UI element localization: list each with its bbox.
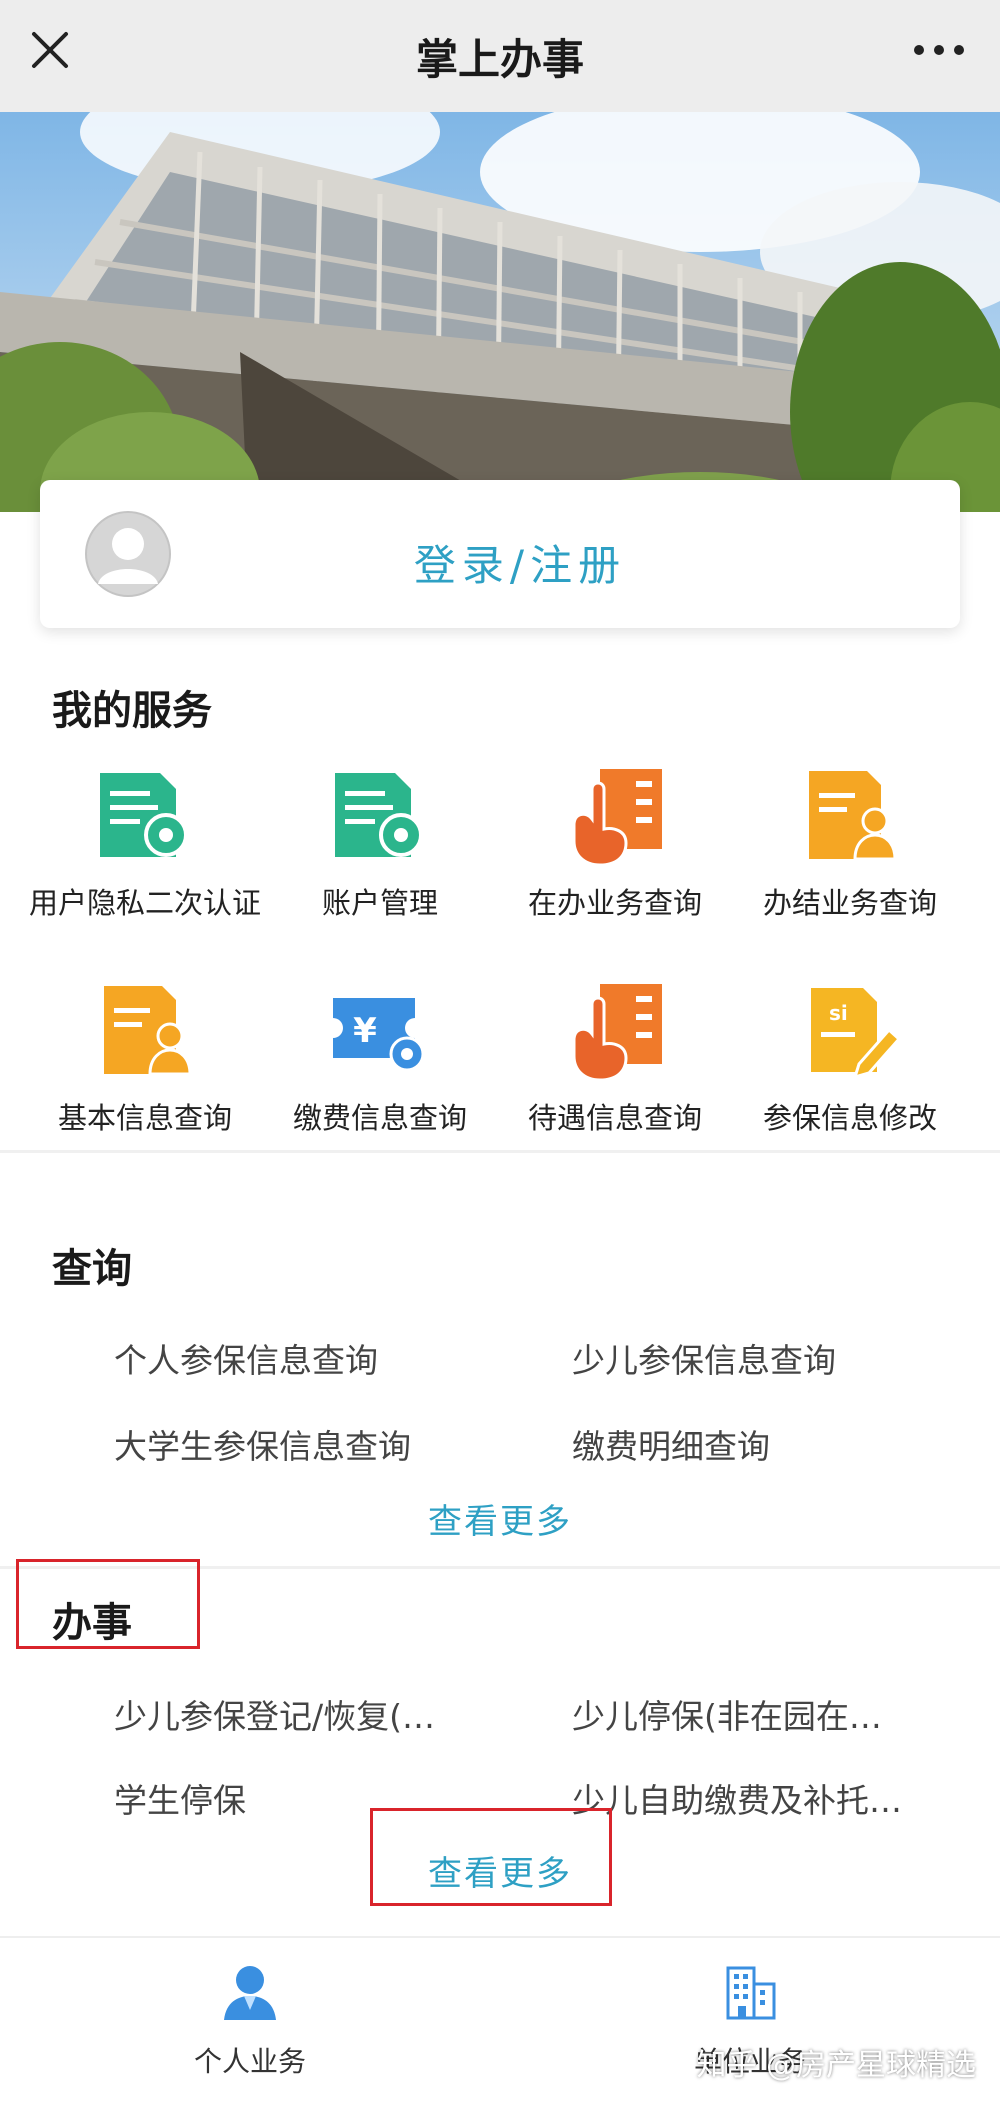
doc-gear-icon bbox=[335, 773, 423, 857]
query-link-personal[interactable]: 个人参保信息查询 bbox=[114, 1334, 378, 1382]
service-label: 账户管理 bbox=[321, 886, 438, 920]
login-card[interactable]: 登录/注册 bbox=[40, 480, 960, 628]
nav-label: 个人业务 bbox=[193, 2045, 306, 2078]
handle-link-student-stop[interactable]: 学生停保 bbox=[114, 1774, 246, 1822]
service-insurance-info-edit[interactable]: si 参保信息修改 bbox=[732, 980, 968, 1138]
service-in-progress-query[interactable]: 在办业务查询 bbox=[497, 765, 733, 923]
svg-text:si: si bbox=[829, 1001, 848, 1025]
handle-link-children-self-pay[interactable]: 少儿自助缴费及补托… bbox=[572, 1774, 902, 1822]
query-link-children[interactable]: 少儿参保信息查询 bbox=[572, 1334, 836, 1382]
svg-text:¥: ¥ bbox=[353, 1011, 377, 1051]
si-doc-edit-icon: si bbox=[811, 988, 902, 1080]
login-register-link[interactable]: 登录/注册 bbox=[40, 532, 960, 593]
hand-checklist-icon bbox=[572, 984, 662, 1082]
service-label: 在办业务查询 bbox=[527, 886, 702, 920]
title-bar: 掌上办事 bbox=[0, 0, 1000, 112]
section-divider bbox=[0, 1150, 1000, 1153]
service-basic-info-query[interactable]: 基本信息查询 bbox=[27, 980, 263, 1138]
handle-link-children-stop[interactable]: 少儿停保(非在园在… bbox=[572, 1690, 882, 1738]
service-payment-info-query[interactable]: ¥ 缴费信息查询 bbox=[262, 980, 498, 1138]
page-title: 掌上办事 bbox=[415, 34, 584, 84]
highlight-box bbox=[16, 1559, 200, 1649]
service-benefit-info-query[interactable]: 待遇信息查询 bbox=[497, 980, 733, 1138]
query-see-more-link[interactable]: 查看更多 bbox=[0, 1494, 1000, 1543]
building-icon bbox=[726, 1966, 776, 2020]
my-services-title: 我的服务 bbox=[52, 688, 212, 734]
more-menu-icon[interactable] bbox=[914, 36, 964, 64]
ticket-yen-icon: ¥ bbox=[333, 998, 425, 1072]
doc-person-icon bbox=[809, 771, 897, 861]
service-label: 用户隐私二次认证 bbox=[28, 886, 261, 920]
service-privacy-auth[interactable]: 用户隐私二次认证 bbox=[27, 765, 263, 923]
nav-personal-business[interactable]: 个人业务 bbox=[150, 1960, 350, 2080]
watermark-text: 知乎 @房产星球精选 bbox=[696, 2048, 976, 2083]
person-icon bbox=[224, 1966, 276, 2020]
highlight-box bbox=[370, 1808, 612, 1906]
query-section-title: 查询 bbox=[52, 1246, 132, 1292]
doc-gear-icon bbox=[100, 773, 188, 857]
service-label: 办结业务查询 bbox=[762, 886, 937, 920]
service-label: 待遇信息查询 bbox=[527, 1101, 702, 1135]
service-label: 缴费信息查询 bbox=[292, 1101, 467, 1135]
query-link-college[interactable]: 大学生参保信息查询 bbox=[114, 1420, 411, 1468]
hand-checklist-icon bbox=[572, 769, 662, 867]
service-completed-query[interactable]: 办结业务查询 bbox=[732, 765, 968, 923]
close-icon[interactable] bbox=[28, 28, 72, 72]
query-link-payment-detail[interactable]: 缴费明细查询 bbox=[572, 1420, 770, 1468]
bottom-navigation: 个人业务 单位业务 bbox=[0, 1936, 1000, 2111]
service-account-manage[interactable]: 账户管理 bbox=[262, 765, 498, 923]
service-label: 参保信息修改 bbox=[762, 1101, 937, 1135]
handle-link-children-register[interactable]: 少儿参保登记/恢复(… bbox=[114, 1690, 435, 1738]
service-label: 基本信息查询 bbox=[57, 1101, 232, 1135]
doc-person-icon bbox=[104, 986, 192, 1076]
